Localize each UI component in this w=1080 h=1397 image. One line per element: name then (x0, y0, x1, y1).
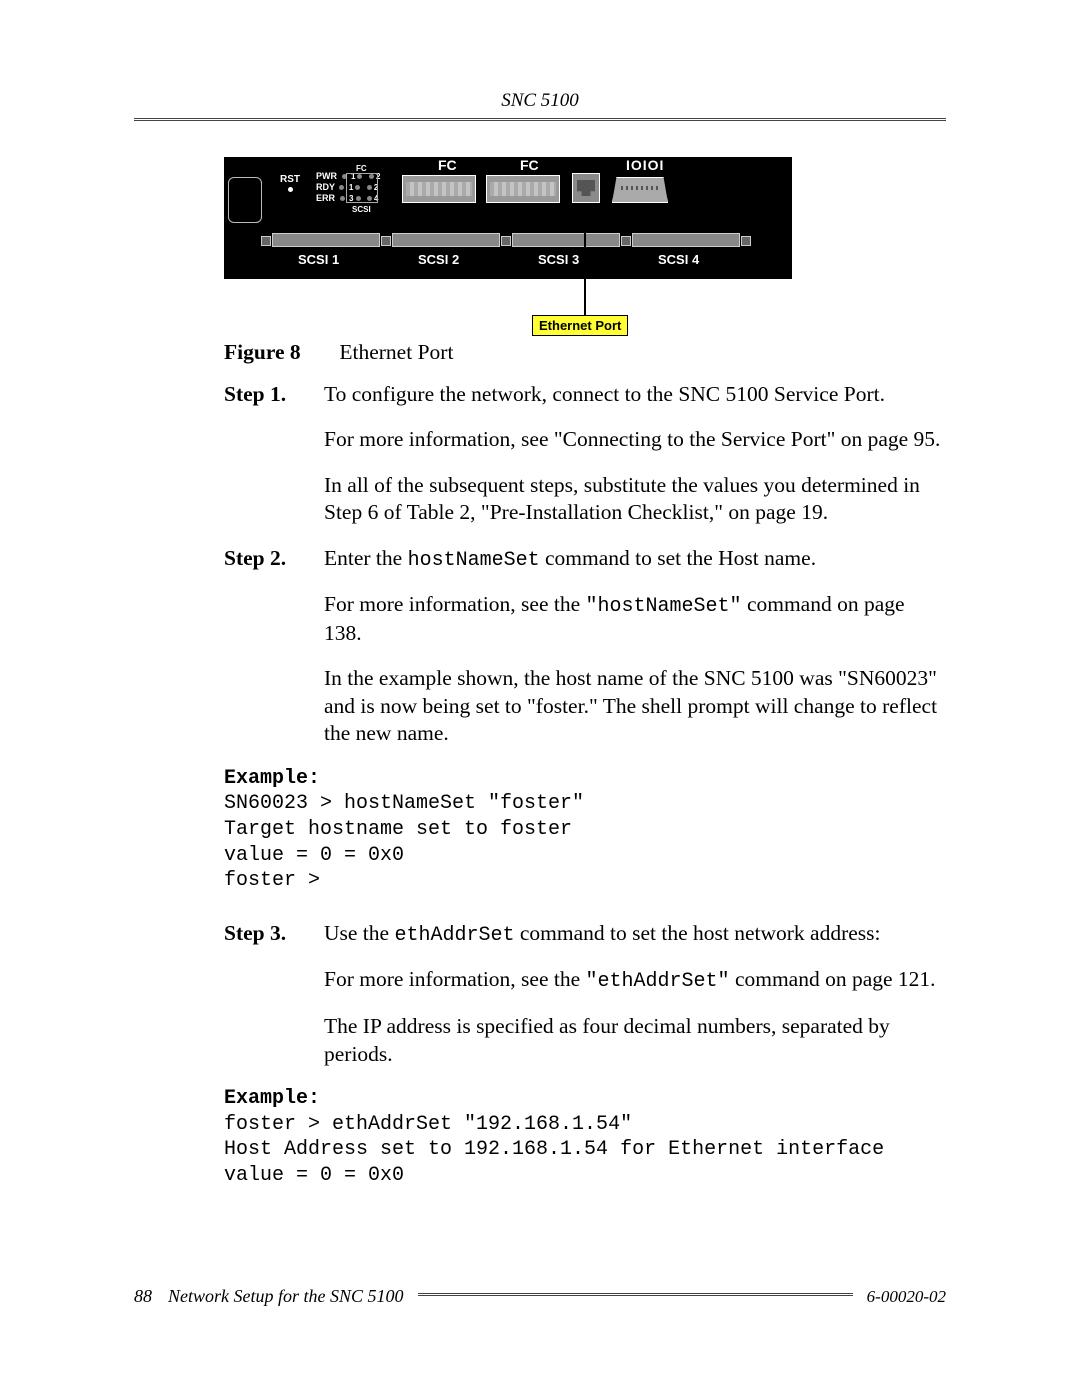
fc-port-2 (486, 175, 560, 203)
step-1-p1: To configure the network, connect to the… (324, 381, 944, 409)
scsi-port-3 (512, 233, 620, 247)
page-number: 88 (134, 1286, 152, 1307)
figure-number: Figure 8 (224, 339, 334, 367)
ethernet-callout: Ethernet Port (532, 315, 628, 336)
status-leds: FC PWR 1 2 RDY 1 2 ERR 3 4 SCSI (316, 171, 380, 204)
step-1-label: Step 1. (224, 381, 324, 527)
footer-section-title: Network Setup for the SNC 5100 (168, 1286, 404, 1307)
step-2-p2: For more information, see the "hostNameS… (324, 591, 944, 647)
step-2: Step 2. Enter the hostNameSet command to… (224, 545, 944, 748)
step-3-p1: Use the ethAddrSet command to set the ho… (324, 920, 944, 949)
step-2-label: Step 2. (224, 545, 324, 748)
device-panel: RST FC PWR 1 2 RDY 1 2 ERR 3 4 SCSI FC 1… (224, 157, 792, 279)
example-1: Example: SN60023 > hostNameSet "foster" … (224, 766, 946, 894)
scsi-port-4 (632, 233, 740, 247)
rst-label: RST (280, 174, 300, 192)
figure-caption-row: Figure 8 Ethernet Port (224, 339, 944, 367)
label-ioioi: IOIOI (626, 157, 664, 173)
fc-port-1 (402, 175, 476, 203)
scsi-port-1 (272, 233, 380, 247)
scsi-port-2 (392, 233, 500, 247)
step-3-label: Step 3. (224, 920, 324, 1068)
device-edge-notch (228, 177, 262, 223)
step-1: Step 1. To configure the network, connec… (224, 381, 944, 527)
serial-port (612, 177, 668, 203)
header-product: SNC 5100 (134, 90, 946, 112)
page-footer: 88 Network Setup for the SNC 5100 6-0002… (134, 1286, 946, 1307)
step-1-p2: For more information, see "Connecting to… (324, 426, 944, 454)
figure-caption: Ethernet Port (339, 340, 453, 364)
step-3: Step 3. Use the ethAddrSet command to se… (224, 920, 944, 1068)
figure-diagram: RST FC PWR 1 2 RDY 1 2 ERR 3 4 SCSI FC 1… (224, 157, 946, 279)
ethernet-port (572, 173, 600, 203)
step-1-p3: In all of the subsequent steps, substitu… (324, 472, 944, 527)
step-2-p1: Enter the hostNameSet command to set the… (324, 545, 944, 574)
footer-rule (418, 1293, 853, 1301)
header-rule (134, 118, 946, 121)
step-3-p2: For more information, see the "ethAddrSe… (324, 966, 944, 995)
step-2-p3: In the example shown, the host name of t… (324, 665, 944, 748)
example-2: Example: foster > ethAddrSet "192.168.1.… (224, 1086, 946, 1188)
step-3-p3: The IP address is specified as four deci… (324, 1013, 944, 1068)
callout-line (584, 205, 586, 317)
footer-doc-number: 6-00020-02 (867, 1287, 946, 1307)
